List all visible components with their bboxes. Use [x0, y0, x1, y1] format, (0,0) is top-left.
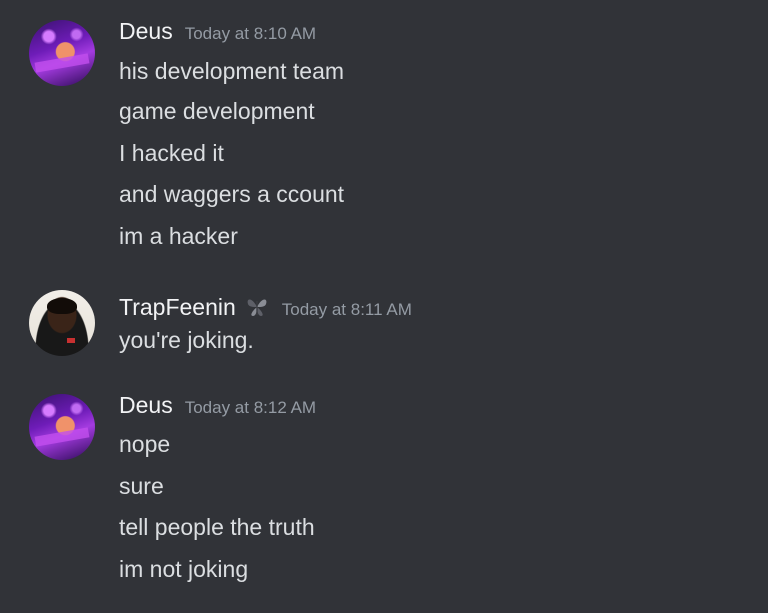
avatar[interactable]: [29, 394, 95, 460]
message-text: his development team: [119, 58, 345, 84]
butterfly-icon[interactable]: [244, 294, 270, 320]
message-text: and waggers a ccount: [119, 181, 345, 207]
message-text: I hacked it: [119, 140, 224, 166]
message-header: TrapFeenin Today at 8:11 AM: [119, 289, 412, 321]
username[interactable]: Deus: [119, 18, 173, 45]
avatar[interactable]: [29, 20, 95, 86]
message-text: im a hacker: [119, 223, 238, 249]
timestamp[interactable]: Today at 8:11 AM: [282, 300, 412, 320]
message-header: Deus Today at 8:10 AM: [119, 18, 316, 45]
message-text: im not joking: [119, 556, 249, 582]
message-text: you're joking.: [119, 327, 254, 353]
username[interactable]: Deus: [119, 392, 173, 419]
message-text: sure: [119, 473, 164, 499]
timestamp[interactable]: Today at 8:10 AM: [185, 24, 316, 44]
message-text: game development: [119, 98, 315, 124]
message-header: Deus Today at 8:12 AM: [119, 392, 316, 419]
timestamp[interactable]: Today at 8:12 AM: [185, 398, 316, 418]
message-text: tell people the truth: [119, 514, 315, 540]
avatar[interactable]: [29, 290, 95, 356]
chat-message-list: Deus Today at 8:10 AM his development te…: [0, 0, 768, 613]
username[interactable]: TrapFeenin: [119, 294, 236, 321]
message-text: nope: [119, 431, 171, 457]
